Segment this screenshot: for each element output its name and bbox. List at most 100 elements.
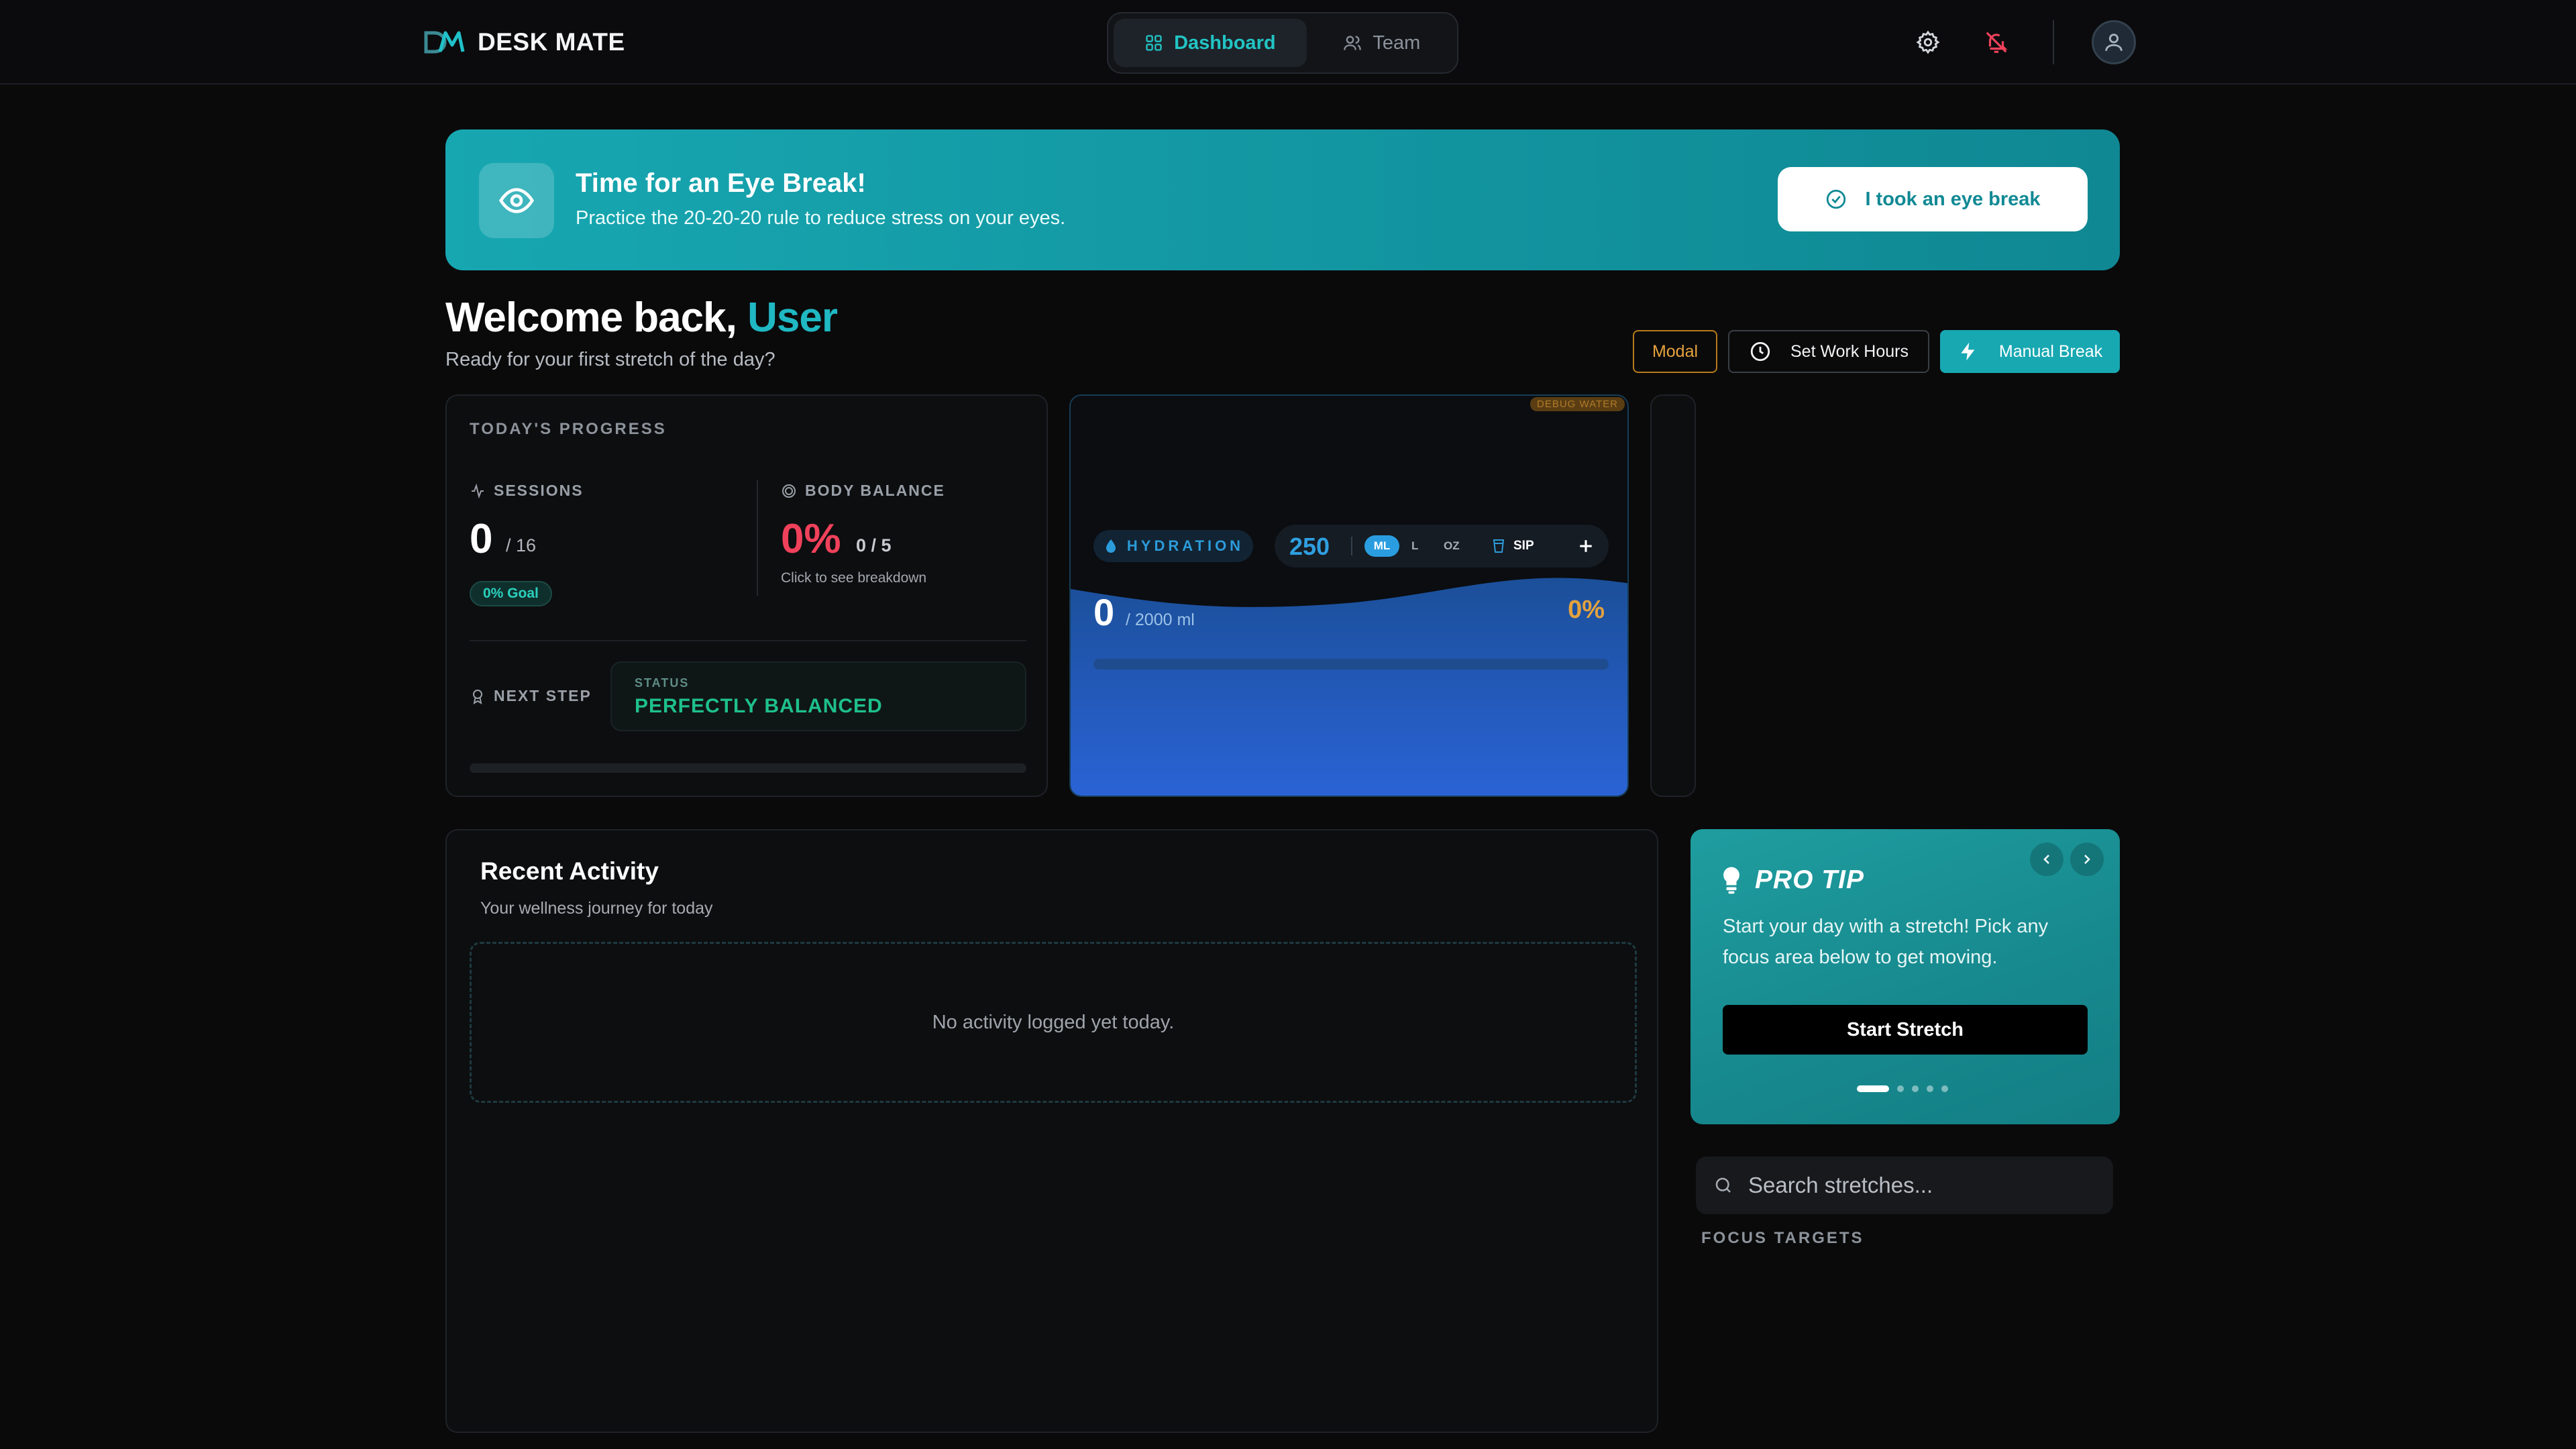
controls-divider: [1351, 537, 1352, 555]
body-balance-label: BODY BALANCE: [805, 482, 945, 499]
app-name: DESK MATE: [478, 28, 625, 56]
hydration-controls: 250 ML L OZ SIP: [1275, 525, 1609, 568]
unit-oz-toggle[interactable]: OZ: [1444, 535, 1460, 557]
banner-subtitle: Practice the 20-20-20 rule to reduce str…: [576, 207, 1066, 229]
recent-activity-card: Recent Activity Your wellness journey fo…: [445, 829, 1658, 1433]
banner-title: Time for an Eye Break!: [576, 168, 866, 198]
goal-badge: 0% Goal: [470, 581, 552, 606]
hydration-card: DEBUG WATER HYDRATION 250 ML L OZ SIP 0 …: [1069, 394, 1629, 797]
next-step-label-group: NEXT STEP: [470, 687, 592, 705]
set-work-hours-button[interactable]: Set Work Hours: [1728, 330, 1929, 373]
sessions-label: SESSIONS: [494, 482, 584, 499]
modal-button[interactable]: Modal: [1633, 330, 1717, 373]
eye-break-done-button[interactable]: I took an eye break: [1778, 167, 2088, 231]
plus-icon: [1580, 540, 1592, 552]
tab-team-label: Team: [1373, 32, 1421, 54]
award-icon: [473, 689, 482, 704]
tip-dot-4[interactable]: [1927, 1085, 1933, 1092]
chevron-right-icon: [2084, 855, 2090, 864]
body-balance-count: 0 / 5: [856, 535, 892, 555]
banner-icon-box: [479, 163, 554, 238]
water-percent: 0%: [1568, 596, 1605, 624]
eye-icon: [498, 188, 535, 213]
sip-button[interactable]: SIP: [1491, 534, 1534, 558]
search-icon: [1715, 1177, 1731, 1193]
stretch-search: [1696, 1157, 2113, 1214]
body-balance-label-group[interactable]: BODY BALANCE: [781, 482, 945, 500]
sessions-count: 0: [470, 516, 493, 562]
tip-previous-button[interactable]: [2030, 843, 2063, 876]
recent-activity-title: Recent Activity: [480, 857, 659, 885]
tab-team[interactable]: Team: [1312, 19, 1452, 67]
tab-dashboard-label: Dashboard: [1174, 32, 1276, 54]
water-current: 0: [1093, 591, 1115, 633]
welcome-heading: Welcome back, User: [445, 294, 838, 341]
status-label: STATUS: [635, 676, 690, 690]
pro-tip-card: PRO TIP Start your day with a stretch! P…: [1690, 829, 2120, 1124]
welcome-greeting: Welcome back,: [445, 294, 737, 341]
welcome-user-name: User: [747, 294, 838, 341]
notifications-button[interactable]: [1976, 22, 2017, 62]
todays-progress-card: TODAY'S PROGRESS SESSIONS 0 / 16 0% Goal…: [445, 394, 1048, 797]
manual-break-label: Manual Break: [1998, 341, 2103, 361]
water-wave: [1071, 578, 1627, 796]
tip-header: PRO TIP: [1721, 865, 1864, 895]
debug-water-tag[interactable]: DEBUG WATER: [1529, 397, 1625, 411]
welcome-subtitle: Ready for your first stretch of the day?: [445, 349, 775, 370]
tip-pagination: [1857, 1085, 1948, 1092]
search-input[interactable]: [1748, 1173, 2097, 1198]
desk-mate-logo-icon: [424, 31, 465, 54]
tip-dot-2[interactable]: [1897, 1085, 1904, 1092]
body-balance-hint[interactable]: Click to see breakdown: [781, 570, 926, 586]
recent-activity-subtitle: Your wellness journey for today: [480, 899, 713, 918]
settings-button[interactable]: [1908, 22, 1948, 62]
sip-label: SIP: [1513, 539, 1534, 553]
progress-divider-horizontal: [470, 640, 1026, 641]
user-icon: [2105, 34, 2123, 51]
hydration-label: HYDRATION: [1126, 537, 1244, 554]
clock-icon: [1750, 341, 1770, 362]
droplet-icon: [1106, 539, 1116, 553]
lightbulb-icon: [1723, 867, 1739, 894]
toolbar-divider: [2053, 20, 2054, 64]
manual-break-button[interactable]: Manual Break: [1940, 330, 2120, 373]
top-navigation-bar: DESK MATE Dashboard Team: [0, 0, 2576, 85]
brand[interactable]: DESK MATE: [424, 27, 625, 58]
status-value: PERFECTLY BALANCED: [635, 695, 883, 717]
check-circle-icon: [1827, 189, 1846, 209]
main-tabs: Dashboard Team: [1107, 12, 1458, 74]
tip-dot-3[interactable]: [1912, 1085, 1919, 1092]
unit-l-toggle[interactable]: L: [1411, 535, 1418, 557]
water-progress-track: [1093, 659, 1609, 669]
tip-title: PRO TIP: [1755, 865, 1865, 894]
cup-icon: [1493, 539, 1505, 553]
tab-dashboard[interactable]: Dashboard: [1114, 19, 1307, 67]
sip-amount[interactable]: 250: [1289, 533, 1330, 561]
hydration-label-pill: HYDRATION: [1093, 530, 1253, 562]
set-work-hours-label: Set Work Hours: [1790, 341, 1909, 361]
body-balance-percent[interactable]: 0%: [781, 515, 841, 563]
chevron-left-icon: [2043, 855, 2049, 864]
status-box: STATUS PERFECTLY BALANCED: [610, 661, 1026, 731]
users-icon: [1344, 36, 1362, 50]
sessions-label-group: SESSIONS: [470, 482, 584, 500]
next-step-label: NEXT STEP: [494, 687, 592, 704]
eye-break-done-label: I took an eye break: [1865, 188, 2041, 210]
target-icon: [782, 484, 796, 498]
grid-icon: [1146, 35, 1162, 51]
lightning-icon: [1961, 342, 1975, 361]
tip-dot-1[interactable]: [1857, 1085, 1889, 1092]
tip-body: Start your day with a stretch! Pick any …: [1723, 916, 2049, 968]
progress-divider-vertical: [757, 480, 758, 596]
activity-icon: [472, 483, 484, 498]
progress-title: TODAY'S PROGRESS: [470, 420, 667, 438]
collapsed-side-card: [1650, 394, 1696, 797]
start-stretch-button[interactable]: Start Stretch: [1723, 1005, 2088, 1055]
water-goal: / 2000 ml: [1126, 610, 1195, 629]
eye-break-banner: Time for an Eye Break! Practice the 20-2…: [445, 129, 2120, 270]
add-water-button[interactable]: [1572, 533, 1599, 559]
unit-ml-toggle[interactable]: ML: [1364, 535, 1399, 557]
user-avatar-button[interactable]: [2092, 20, 2136, 64]
tip-next-button[interactable]: [2070, 843, 2104, 876]
tip-dot-5[interactable]: [1941, 1085, 1948, 1092]
